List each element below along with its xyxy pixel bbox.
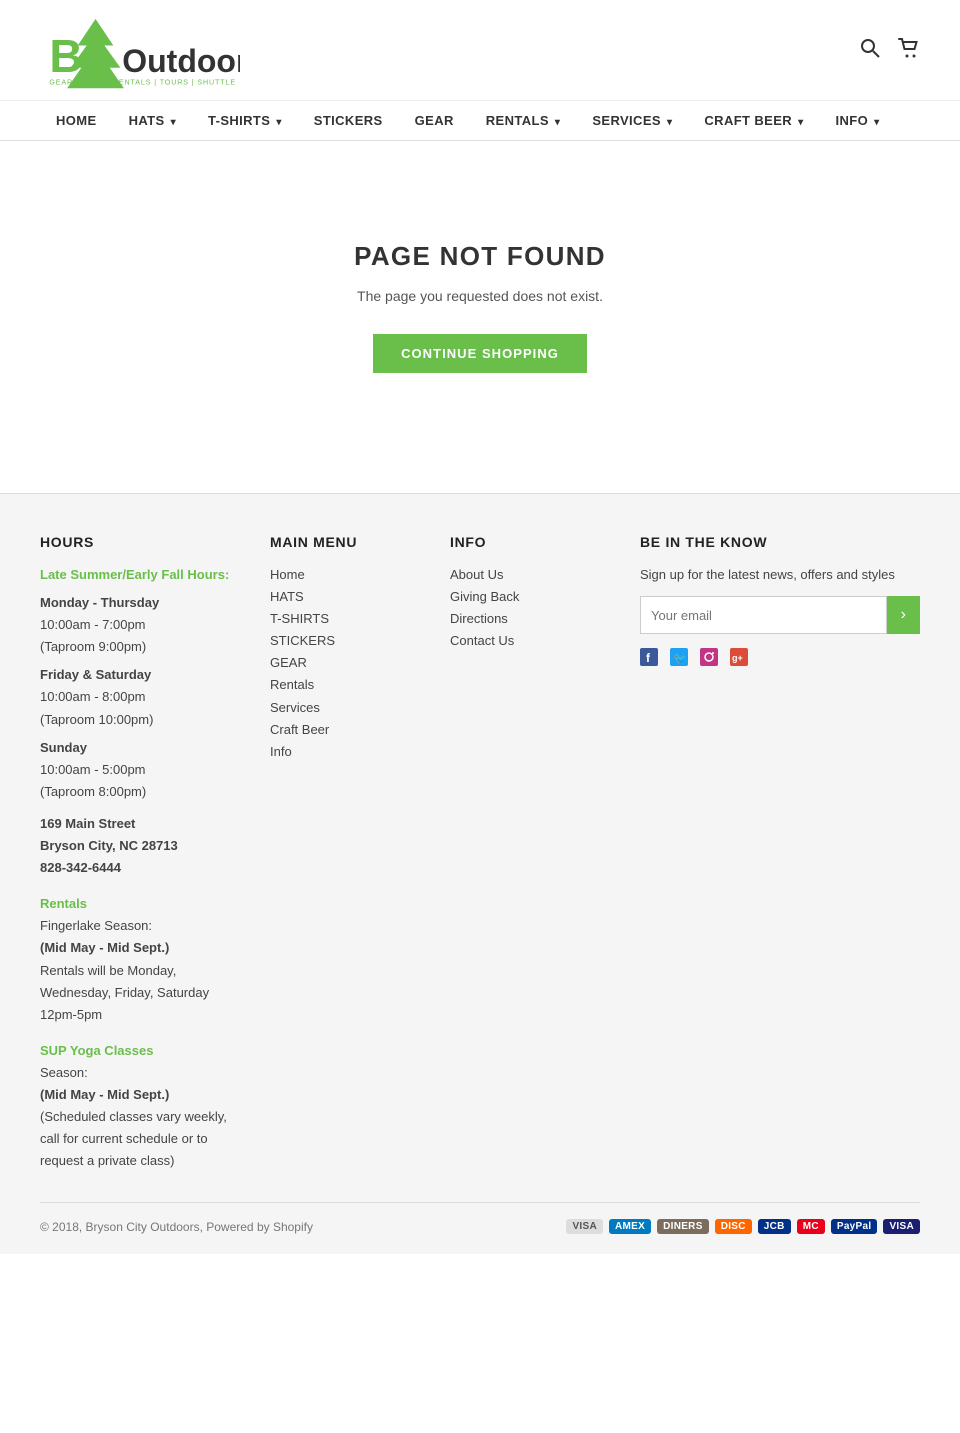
continue-shopping-button[interactable]: CONTINUE SHOPPING [373,334,587,373]
footer-info-giving-back[interactable]: Giving Back [450,586,610,608]
svg-text:Outdoors: Outdoors [122,43,240,79]
hours-fri-sat-time: 10:00am - 8:00pm [40,686,240,708]
hours-fri-sat-taproom: (Taproom 10:00pm) [40,709,240,731]
nav-item-stickers[interactable]: STICKERS [298,101,399,140]
nav-item-tshirts[interactable]: T-SHIRTS ▾ [192,101,298,140]
rentals-heading[interactable]: Rentals [40,893,240,915]
newsletter-form: › [640,596,920,634]
site-header: B Outdoors GEAR | BEER | RENTALS | TOURS… [0,0,960,101]
hours-season-label[interactable]: Late Summer/Early Fall Hours: [40,564,240,586]
address-phone: 828-342-6444 [40,857,240,879]
sup-season-dates: (Mid May - Mid Sept.) [40,1084,240,1106]
newsletter-email-input[interactable] [640,596,887,634]
chevron-down-icon: ▾ [798,117,803,128]
chevron-down-icon: ▾ [667,117,672,128]
svg-text:B: B [49,30,82,82]
footer-bottom: © 2018, Bryson City Outdoors, Powered by… [40,1202,920,1234]
logo-svg: B Outdoors GEAR | BEER | RENTALS | TOURS… [40,10,240,90]
nav-item-info[interactable]: INFO ▾ [820,101,896,140]
payment-icon-jcb: JCB [758,1219,791,1234]
newsletter-description: Sign up for the latest news, offers and … [640,564,920,586]
footer-grid: HOURS Late Summer/Early Fall Hours: Mond… [40,534,920,1172]
footer-copyright: © 2018, Bryson City Outdoors, Powered by… [40,1220,313,1234]
sup-desc: (Scheduled classes vary weekly, call for… [40,1106,240,1172]
cart-icon [898,38,920,58]
chevron-down-icon: ▾ [171,117,176,128]
logo-area[interactable]: B Outdoors GEAR | BEER | RENTALS | TOURS… [40,10,240,90]
rentals-season-dates: (Mid May - Mid Sept.) [40,937,240,959]
page-message: The page you requested does not exist. [20,288,940,304]
facebook-icon[interactable]: f [640,648,658,673]
sup-season: Season: [40,1062,240,1084]
info-heading: INFO [450,534,610,550]
payment-icon-amex: AMEX [609,1219,651,1234]
google-plus-icon[interactable]: g+ [730,648,748,673]
footer-menu-services[interactable]: Services [270,697,420,719]
main-content: PAGE NOT FOUND The page you requested do… [0,141,960,493]
payment-icon-mastercard: MC [797,1219,825,1234]
header-icons [860,38,920,63]
chevron-down-icon: ▾ [874,117,879,128]
site-footer: HOURS Late Summer/Early Fall Hours: Mond… [0,493,960,1254]
rentals-season: Fingerlake Season: [40,915,240,937]
nav-item-hats[interactable]: HATS ▾ [113,101,192,140]
payment-icons: VISA AMEX DINERS DISC JCB MC PayPal VISA [566,1219,920,1234]
payment-icon-paypal: PayPal [831,1219,878,1234]
footer-info-about[interactable]: About Us [450,564,610,586]
svg-text:🐦: 🐦 [673,653,687,665]
footer-info-contact[interactable]: Contact Us [450,630,610,652]
nav-item-craft-beer[interactable]: CRAFT BEER ▾ [688,101,819,140]
footer-hours: HOURS Late Summer/Early Fall Hours: Mond… [40,534,240,1172]
chevron-down-icon: ▾ [555,117,560,128]
main-menu-heading: MAIN MENU [270,534,420,550]
cart-button[interactable] [898,38,920,63]
hours-weekday-time: 10:00am - 7:00pm [40,614,240,636]
payment-icon-discover: DISC [715,1219,752,1234]
rentals-schedule: Rentals will be Monday, Wednesday, Frida… [40,960,240,1004]
address-street: 169 Main Street [40,813,240,835]
hours-sun-label: Sunday [40,737,240,759]
newsletter-submit-button[interactable]: › [887,596,920,634]
footer-main-menu: MAIN MENU Home HATS T-SHIRTS STICKERS GE… [270,534,420,1172]
hours-weekday-label: Monday - Thursday [40,592,240,614]
payment-icon-visa2: VISA [883,1219,920,1234]
hours-sun-time: 10:00am - 5:00pm [40,759,240,781]
payment-icon-visa: VISA [566,1219,603,1234]
address-city: Bryson City, NC 28713 [40,835,240,857]
rentals-hours: 12pm-5pm [40,1004,240,1026]
twitter-icon[interactable]: 🐦 [670,648,688,673]
social-icons: f 🐦 [640,648,920,673]
footer-newsletter: BE IN THE KNOW Sign up for the latest ne… [640,534,920,1172]
nav-item-rentals[interactable]: RENTALS ▾ [470,101,577,140]
nav-list: HOME HATS ▾ T-SHIRTS ▾ STICKERS GEAR REN… [40,101,920,140]
footer-menu-tshirts[interactable]: T-SHIRTS [270,608,420,630]
nav-item-services[interactable]: SERVICES ▾ [576,101,688,140]
footer-menu-gear[interactable]: GEAR [270,652,420,674]
footer-menu-home[interactable]: Home [270,564,420,586]
hours-heading: HOURS [40,534,240,550]
hours-weekday-taproom: (Taproom 9:00pm) [40,636,240,658]
chevron-down-icon: ▾ [276,117,281,128]
main-nav: HOME HATS ▾ T-SHIRTS ▾ STICKERS GEAR REN… [0,101,960,141]
sup-heading[interactable]: SUP Yoga Classes [40,1040,240,1062]
hours-fri-sat-label: Friday & Saturday [40,664,240,686]
nav-item-gear[interactable]: GEAR [399,101,470,140]
footer-menu-info[interactable]: Info [270,741,420,763]
nav-item-home[interactable]: HOME [40,101,113,140]
footer-menu-rentals[interactable]: Rentals [270,674,420,696]
footer-menu-hats[interactable]: HATS [270,586,420,608]
payment-icon-diners: DINERS [657,1219,709,1234]
svg-text:g+: g+ [732,653,743,663]
footer-info: INFO About Us Giving Back Directions Con… [450,534,610,1172]
footer-menu-craft-beer[interactable]: Craft Beer [270,719,420,741]
footer-info-directions[interactable]: Directions [450,608,610,630]
instagram-icon[interactable] [700,648,718,673]
footer-menu-stickers[interactable]: STICKERS [270,630,420,652]
newsletter-heading: BE IN THE KNOW [640,534,920,550]
search-icon [860,38,880,58]
page-title: PAGE NOT FOUND [20,241,940,272]
search-button[interactable] [860,38,880,63]
hours-sun-taproom: (Taproom 8:00pm) [40,781,240,803]
svg-text:GEAR | BEER | RENTALS | TOURS: GEAR | BEER | RENTALS | TOURS | SHUTTLE [49,79,236,87]
